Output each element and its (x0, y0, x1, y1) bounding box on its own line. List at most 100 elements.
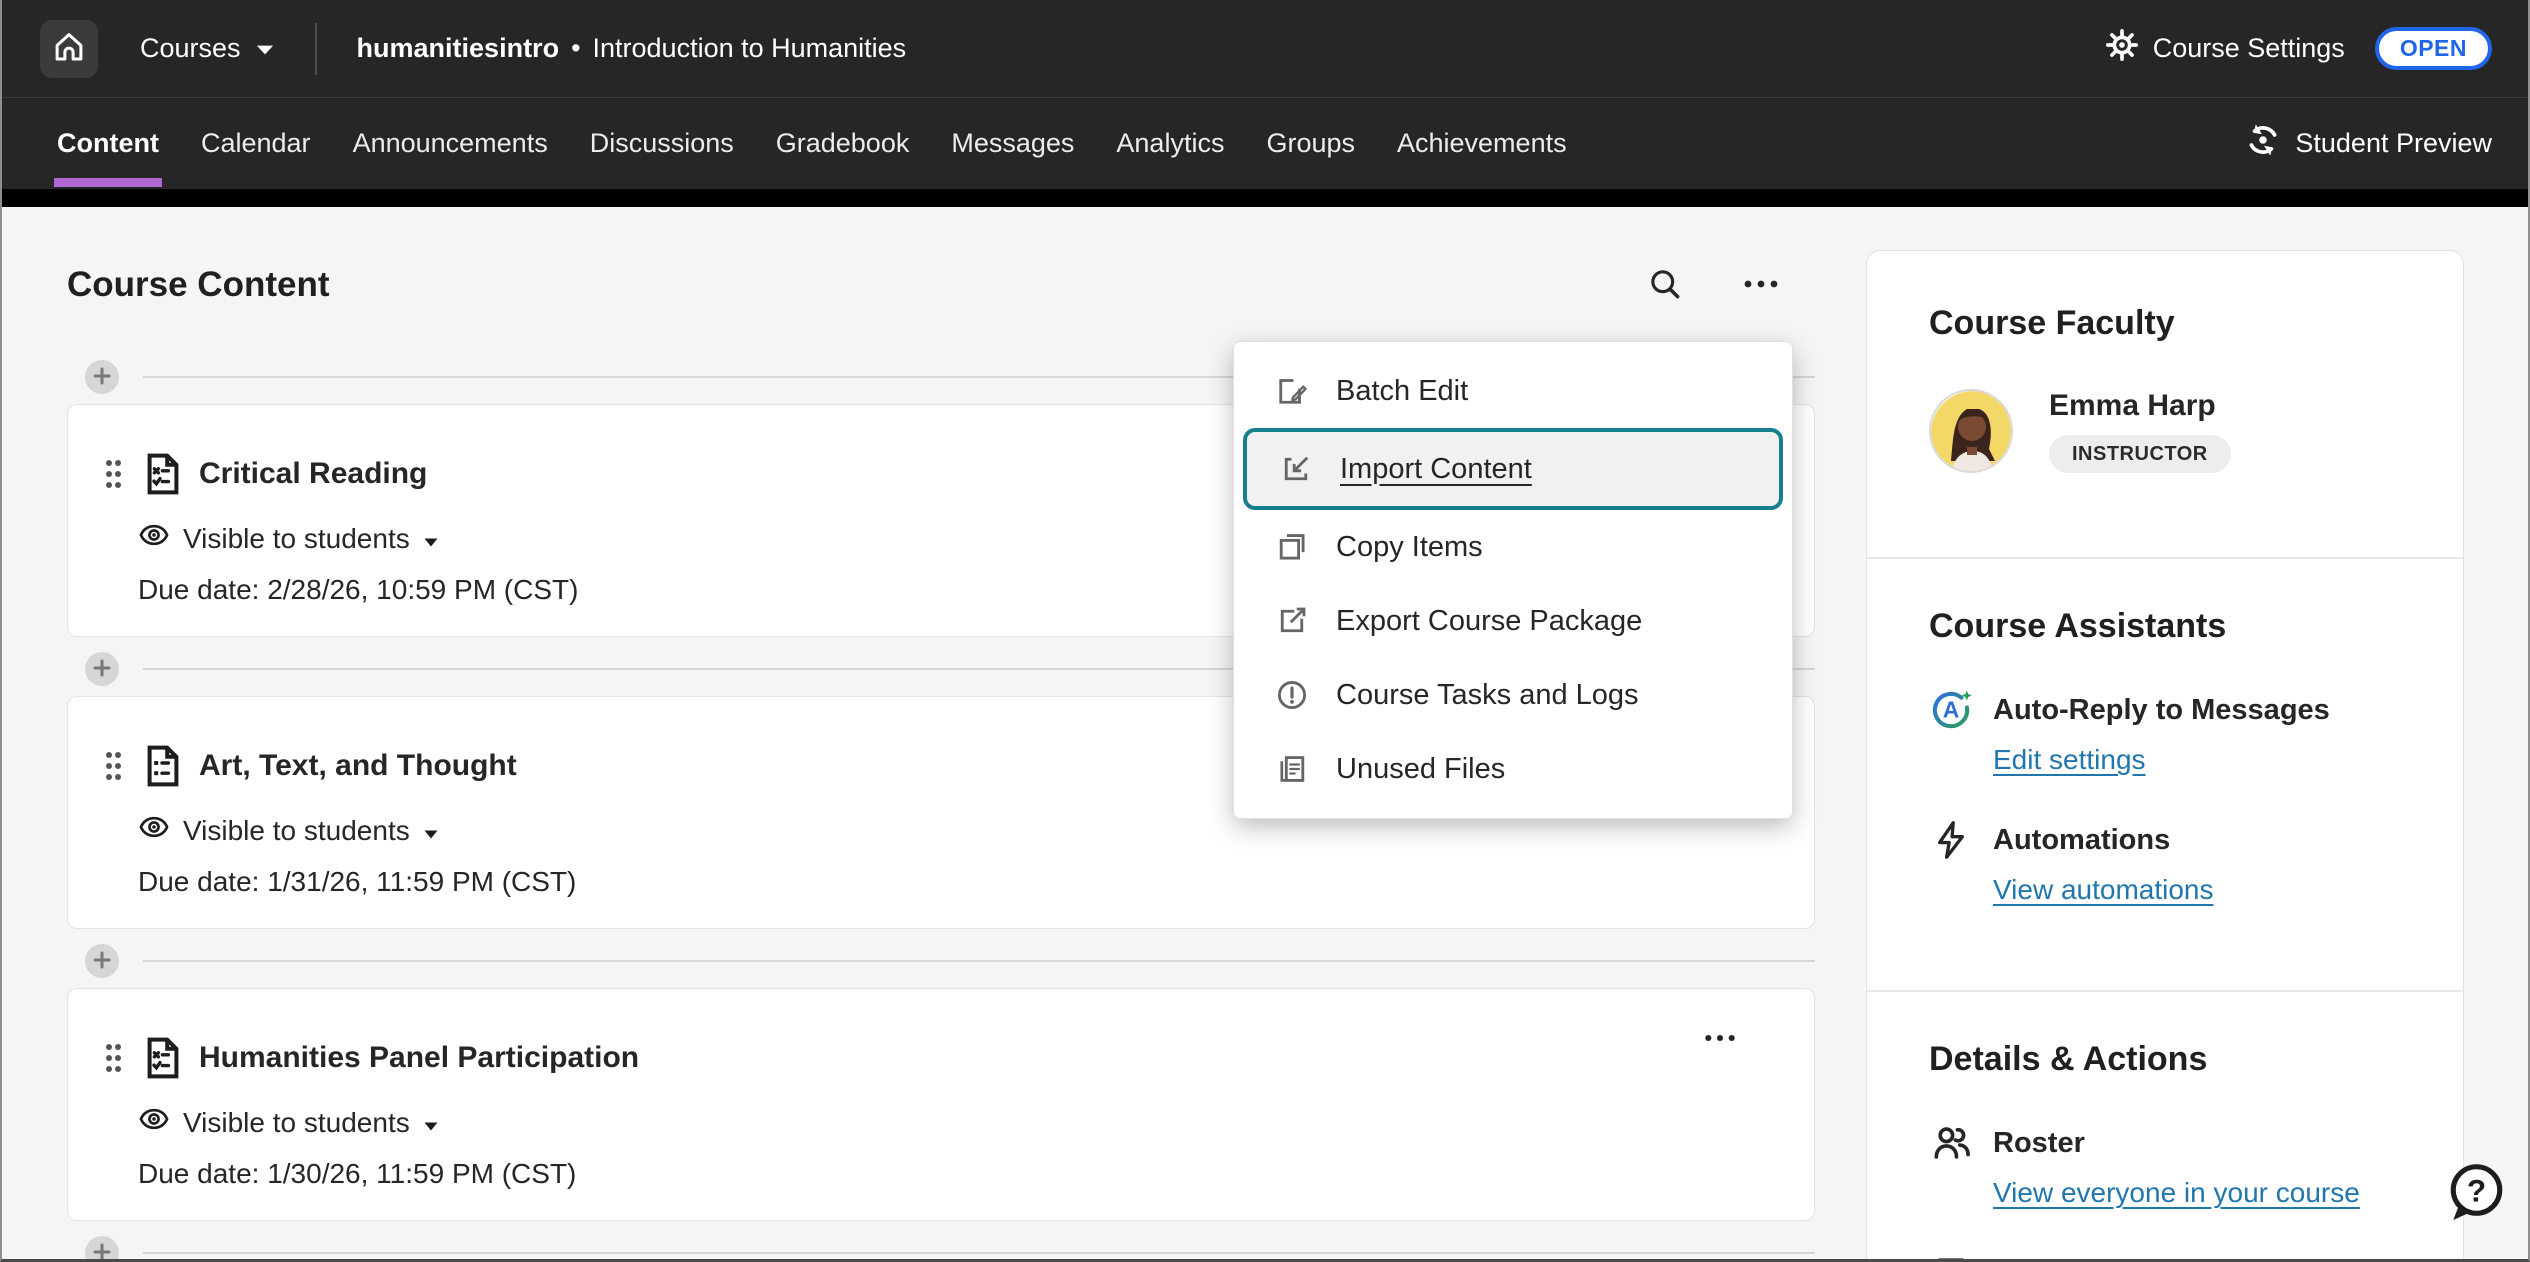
assistant-item-row: A Auto-Reply to Messages (1929, 688, 2401, 732)
menu-item-copy-items[interactable]: Copy Items (1234, 510, 1792, 584)
search-icon (1647, 266, 1683, 305)
home-button[interactable] (40, 20, 98, 78)
ai-assistant-icon: A (1929, 688, 1973, 732)
course-info-sidebar: Course Faculty Emma Harp (1866, 250, 2464, 1259)
assistant-automations: Automations View automations (1929, 818, 2401, 948)
menu-item-course-tasks-logs[interactable]: Course Tasks and Logs (1234, 658, 1792, 732)
plus-icon (92, 1242, 112, 1260)
course-faculty-section: Course Faculty Emma Harp (1867, 304, 2463, 515)
menu-item-label: Import Content (1340, 453, 1532, 486)
tab-groups[interactable]: Groups (1245, 98, 1376, 189)
assistant-item-row: Automations (1929, 818, 2401, 862)
import-content-icon (1278, 451, 1314, 487)
caret-down-icon (423, 815, 439, 847)
document-list-icon (138, 742, 186, 790)
course-title: humanitiesintro • Introduction to Humani… (357, 33, 907, 64)
content-item-title[interactable]: Humanities Panel Participation (199, 1041, 639, 1075)
visibility-label: Visible to students (183, 1107, 410, 1139)
export-package-icon (1274, 603, 1310, 639)
course-settings-label: Course Settings (2153, 33, 2345, 64)
content-tools (1643, 262, 1785, 309)
drag-handle[interactable] (101, 746, 125, 786)
drag-handle[interactable] (101, 454, 125, 494)
drag-handle[interactable] (101, 1038, 125, 1078)
lightning-icon (1929, 818, 1973, 862)
visibility-label: Visible to students (183, 815, 410, 847)
gear-icon (2105, 28, 2139, 69)
course-open-badge[interactable]: OPEN (2375, 27, 2492, 70)
copy-items-icon (1274, 529, 1310, 565)
details-item-row: Roster (1929, 1121, 2401, 1165)
role-badge: INSTRUCTOR (2049, 435, 2231, 473)
tab-analytics[interactable]: Analytics (1095, 98, 1245, 189)
add-content-button[interactable] (85, 652, 119, 686)
edit-settings-link[interactable]: Edit settings (1993, 744, 2146, 776)
content-header: Course Content (67, 250, 1815, 320)
course-tab-bar: Content Calendar Announcements Discussio… (2, 97, 2528, 189)
tab-achievements[interactable]: Achievements (1376, 98, 1588, 189)
browser-window: Courses humanitiesintro • Introduction t… (0, 0, 2530, 1262)
menu-item-export-course-package[interactable]: Export Course Package (1234, 584, 1792, 658)
header-shadow-strip (2, 189, 2528, 207)
ellipsis-icon (1702, 1029, 1738, 1050)
home-icon (50, 28, 88, 69)
view-everyone-link[interactable]: View everyone in your course (1993, 1177, 2360, 1209)
content-more-options-button[interactable] (1737, 270, 1785, 301)
batch-edit-icon (1274, 373, 1310, 409)
view-automations-link[interactable]: View automations (1993, 874, 2214, 906)
tasks-logs-alert-icon (1274, 677, 1310, 713)
add-content-divider (67, 1236, 1815, 1259)
course-assistants-heading: Course Assistants (1929, 607, 2401, 646)
tab-announcements[interactable]: Announcements (332, 98, 569, 189)
menu-item-batch-edit[interactable]: Batch Edit (1234, 354, 1792, 428)
content-options-menu: Batch Edit Import Content Copy Items (1234, 342, 1792, 818)
menu-item-import-content[interactable]: Import Content (1243, 428, 1783, 510)
title-separator: • (571, 33, 580, 64)
menu-item-label: Copy Items (1336, 531, 1483, 564)
content-item-title[interactable]: Critical Reading (199, 457, 427, 491)
course-image-icon (1929, 1251, 1973, 1259)
chevron-down-icon (255, 33, 275, 64)
divider-line (143, 960, 1815, 962)
page-title: Course Content (67, 265, 330, 305)
student-preview-icon (2245, 122, 2281, 165)
content-item-title[interactable]: Art, Text, and Thought (199, 749, 517, 783)
add-content-button[interactable] (85, 944, 119, 978)
item-more-options-button[interactable] (1698, 1025, 1742, 1054)
course-settings-button[interactable]: Course Settings (2105, 28, 2345, 69)
unused-files-icon (1274, 751, 1310, 787)
student-preview-button[interactable]: Student Preview (2245, 122, 2492, 165)
caret-down-icon (423, 1107, 439, 1139)
tab-messages[interactable]: Messages (930, 98, 1095, 189)
assessment-icon (138, 450, 186, 498)
details-actions-section: Details & Actions (1867, 992, 2463, 1259)
courses-menu-button[interactable]: Courses (140, 33, 275, 64)
avatar[interactable] (1929, 389, 2013, 473)
topbar-divider (315, 23, 317, 75)
help-button[interactable]: ? (2442, 1160, 2508, 1226)
visible-eye-icon (138, 811, 170, 850)
menu-item-unused-files[interactable]: Unused Files (1234, 732, 1792, 806)
due-date-label: Due date: 1/30/26, 11:59 PM (CST) (138, 1158, 1774, 1190)
assistant-title: Auto-Reply to Messages (1993, 694, 2330, 727)
add-content-button[interactable] (85, 1236, 119, 1259)
courses-menu-label: Courses (140, 33, 241, 64)
due-date-label: Due date: 1/31/26, 11:59 PM (CST) (138, 866, 1774, 898)
add-content-button[interactable] (85, 360, 119, 394)
course-name: Introduction to Humanities (593, 33, 907, 64)
tab-content[interactable]: Content (36, 98, 180, 189)
content-item-humanities-panel: Humanities Panel Participation (67, 988, 1815, 1221)
course-image-item: Course Image Edit display settings (1929, 1251, 2401, 1259)
tab-discussions[interactable]: Discussions (569, 98, 755, 189)
visible-eye-icon (138, 1103, 170, 1142)
tab-gradebook[interactable]: Gradebook (755, 98, 931, 189)
search-button[interactable] (1643, 262, 1687, 309)
ellipsis-icon (1741, 274, 1781, 297)
roster-title: Roster (1993, 1127, 2085, 1160)
faculty-name[interactable]: Emma Harp (2049, 389, 2231, 423)
topbar-right-group: Course Settings OPEN (2105, 27, 2492, 70)
visible-eye-icon (138, 519, 170, 558)
assessment-icon (138, 1034, 186, 1082)
visibility-dropdown[interactable]: Visible to students (138, 1103, 1774, 1142)
tab-calendar[interactable]: Calendar (180, 98, 332, 189)
